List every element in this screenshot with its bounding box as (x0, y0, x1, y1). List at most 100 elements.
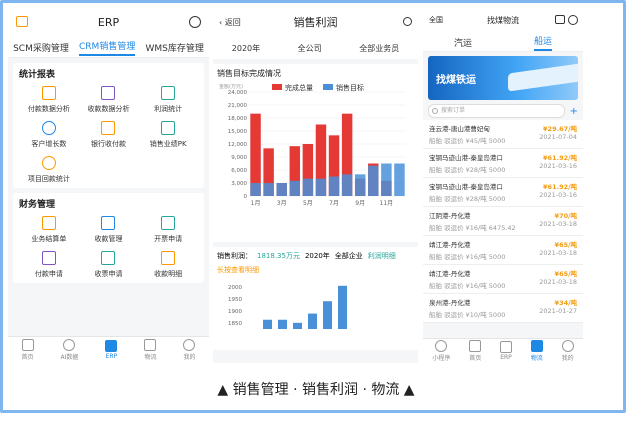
grid-item-receipt-details[interactable]: 收款明细 (138, 251, 198, 279)
search-input[interactable]: 搜索订单 (428, 104, 565, 118)
profit-bar[interactable] (293, 322, 302, 329)
profit-bar[interactable] (263, 319, 272, 329)
profit-bar-chart: 2000 1950 1900 1850 (228, 285, 347, 329)
nav-erp[interactable]: ERP (499, 341, 512, 361)
year-select-2[interactable]: 2020年 (305, 251, 330, 261)
salesperson-select[interactable]: 全部业务员 (359, 43, 399, 54)
y-tick-label: 2000 (228, 285, 242, 291)
grid-item-customer-growth[interactable]: 客户增长数 (19, 121, 79, 149)
erp-icon (499, 341, 512, 353)
logistics-header: 全国 找煤物流 (423, 7, 583, 33)
bar-target[interactable] (276, 183, 287, 196)
tab-crm[interactable]: CRM销售管理 (79, 39, 136, 56)
order-list-item[interactable]: 靖江港-丹化港 船舶 驳运价 ¥16/吨 5000 ¥65/吨 2021-03-18 (423, 236, 583, 265)
nav-home[interactable]: 首页 (469, 340, 481, 362)
chat-icon[interactable] (16, 16, 28, 27)
bar-target[interactable] (250, 183, 261, 196)
order-amount: ¥61.92/吨 (543, 154, 577, 162)
grid-item-receive-invoice[interactable]: 收票申请 (79, 251, 139, 279)
grid-item-receipt-management[interactable]: 收款管理 (79, 216, 139, 244)
document-icon (41, 251, 56, 265)
tab-wms[interactable]: WMS库存管理 (146, 41, 204, 54)
grid-item-bank-payments[interactable]: 银行收付款 (79, 121, 139, 149)
year-select[interactable]: 2020年 (232, 43, 260, 54)
gear-icon[interactable] (189, 16, 201, 28)
bar-target[interactable] (289, 180, 301, 196)
order-list-item[interactable]: 江阴港-丹化港 船舶 驳运价 ¥16/吨 6475.42 ¥70/吨 2021-03-… (423, 207, 583, 236)
grid-item-project-collection[interactable]: 项目回款统计 (19, 156, 79, 184)
nav-ai-data[interactable]: AI数据 (61, 339, 78, 361)
bar-target[interactable] (263, 183, 274, 196)
nav-mine[interactable]: 我的 (561, 340, 574, 362)
bar-target[interactable] (328, 176, 340, 197)
bar-target[interactable] (354, 174, 366, 196)
grid-item-payment-analysis[interactable]: 付款数据分析 (19, 86, 79, 114)
profit-detail-link[interactable]: 利润明细 (368, 251, 396, 261)
y-tick-label: 1900 (228, 309, 242, 315)
bar-target[interactable] (315, 178, 327, 196)
order-list-item[interactable]: 宝钢马迹山港-秦皇岛港口 船舶 驳运价 ¥28/吨 5000 ¥61.92/吨 202… (423, 178, 583, 207)
y-tick-label: 24,000 (228, 90, 248, 96)
order-date: 2021-03-18 (539, 220, 577, 228)
order-date: 2021-01-27 (539, 307, 577, 315)
nav-mini-program[interactable]: 小程序 (432, 340, 450, 362)
nav-home[interactable]: 首页 (21, 339, 34, 361)
nav-erp[interactable]: ERP (105, 340, 118, 360)
grid-item-invoice-request[interactable]: 开票申请 (138, 216, 198, 244)
y-tick-label: 21,000 (228, 103, 248, 109)
nav-logistics[interactable]: 物流 (530, 340, 543, 362)
bar-target[interactable] (368, 165, 379, 196)
bar-target[interactable] (394, 163, 405, 197)
y-tick-label: 9,000 (231, 155, 247, 161)
back-button[interactable]: ‹ 返回 (219, 17, 241, 28)
order-date: 2021-03-16 (539, 191, 577, 199)
grid-item-receipt-analysis[interactable]: 收款数据分析 (79, 86, 139, 114)
document-icon (101, 251, 116, 265)
section-title: 统计报表 (19, 70, 56, 80)
home-icon (21, 339, 34, 351)
y-tick-label: 1950 (228, 297, 242, 303)
page-title: 找煤物流 (487, 15, 519, 25)
coin-icon (41, 156, 56, 170)
card-icon (101, 121, 116, 135)
profit-bar[interactable] (278, 319, 287, 329)
erp-tabs: SCM采购管理 CRM销售管理 WMS库存管理 (8, 37, 209, 58)
tab-truck[interactable]: 汽运 (454, 36, 472, 49)
calculator-icon (41, 216, 56, 230)
profit-bar[interactable] (323, 301, 332, 329)
tab-scm[interactable]: SCM采购管理 (13, 41, 69, 54)
grid-item-settlement[interactable]: 业务结算单 (19, 216, 79, 244)
train-image (508, 62, 578, 92)
message-icon[interactable] (555, 15, 565, 24)
add-button[interactable]: + (570, 106, 578, 117)
tab-ship[interactable]: 船运 (533, 34, 552, 51)
profit-card: 销售利润： 1818.35万元 2020年 全部企业 利润明细 长按查看明细 2… (213, 247, 418, 350)
y-tick-label: 1850 (228, 321, 242, 327)
user-icon (41, 121, 56, 135)
search-icon[interactable] (403, 17, 412, 26)
region-select[interactable]: 全国 (429, 15, 443, 25)
order-list-item[interactable]: 泉州港-丹化港 船舶 驳运价 ¥10/吨 5000 ¥34/吨 2021-01-27 (423, 294, 583, 323)
grid-item-sales-pk[interactable]: 销售业绩PK (138, 121, 198, 149)
grid-item-payment-request[interactable]: 付款申请 (19, 251, 79, 279)
order-list-item[interactable]: 连云港-唐山港曹妃甸 船舶 驳运价 ¥45/吨 5000 ¥29.67/吨 2021-… (423, 120, 583, 149)
profit-bar[interactable] (308, 313, 317, 329)
bar-target[interactable] (341, 174, 353, 196)
bar-chart-icon (161, 86, 176, 100)
nav-mine[interactable]: 我的 (183, 339, 195, 361)
y-tick-label: 3,000 (231, 181, 247, 187)
grid-item-profit-stats[interactable]: 利润统计 (138, 86, 198, 114)
company-select[interactable]: 全公司 (298, 43, 322, 54)
download-icon (101, 216, 116, 230)
profit-bar[interactable] (338, 285, 347, 329)
gear-icon[interactable] (568, 15, 578, 25)
bar-target[interactable] (302, 178, 314, 196)
promo-banner[interactable]: 找煤铁运 (428, 56, 578, 100)
company-select-2[interactable]: 全部企业 (335, 251, 363, 261)
order-list-item[interactable]: 靖江港-丹化港 船舶 驳运价 ¥16/吨 5000 ¥65/吨 2021-03-18 (423, 265, 583, 294)
order-amount: ¥65/吨 (554, 241, 577, 249)
bar-target[interactable] (381, 163, 392, 197)
order-list-item[interactable]: 宝钢马迹山港-秦皇岛港口 船舶 驳运价 ¥28/吨 5000 ¥61.92/吨 202… (423, 149, 583, 178)
y-tick-label: 15,000 (228, 129, 248, 135)
nav-logistics[interactable]: 物流 (144, 339, 156, 361)
